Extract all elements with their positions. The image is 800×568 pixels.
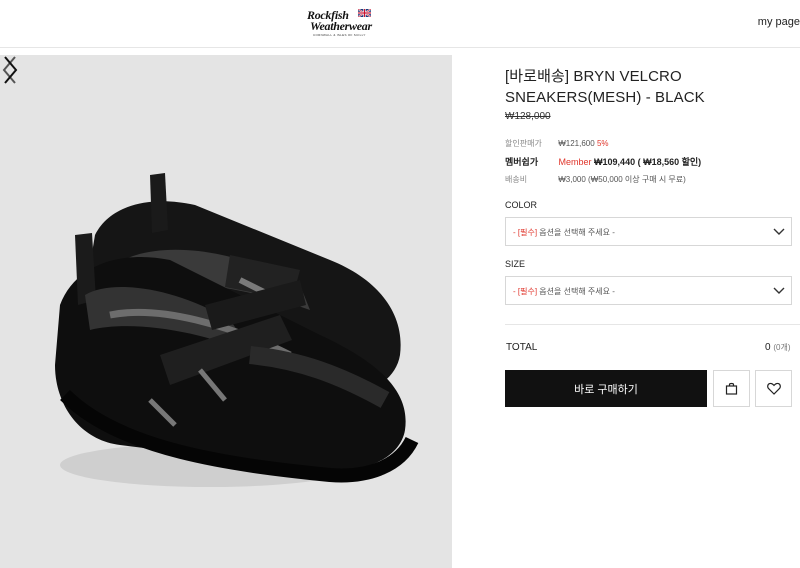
- total-label: TOTAL: [506, 342, 538, 353]
- color-select-placeholder: - [필수] 옵션을 선택해 주세요 -: [513, 227, 615, 238]
- total-unit: (0개): [773, 343, 791, 352]
- chevron-down-icon: [773, 228, 785, 235]
- required-marker: - [필수]: [513, 287, 538, 296]
- sale-price-value: ₩121,600: [558, 139, 595, 148]
- sale-price-row: 할인판매가 ₩121,600 5%: [505, 138, 609, 149]
- buy-now-button[interactable]: 바로 구매하기: [505, 370, 707, 407]
- total-value: 0 (0개): [765, 342, 790, 353]
- size-select[interactable]: - [필수] 옵션을 선택해 주세요 -: [505, 276, 792, 305]
- member-price-label: 멤버쉽가: [505, 157, 539, 167]
- placeholder-text: 옵션을 선택해 주세요 -: [539, 287, 615, 296]
- size-select-placeholder: - [필수] 옵션을 선택해 주세요 -: [513, 286, 615, 297]
- sale-discount: 5%: [596, 139, 609, 148]
- required-marker: - [필수]: [513, 228, 538, 237]
- logo-line2: Weatherwear: [310, 19, 372, 33]
- divider: [505, 324, 800, 325]
- wishlist-button[interactable]: [755, 370, 792, 407]
- add-to-cart-button[interactable]: [713, 370, 750, 407]
- original-price: ₩128,000: [505, 111, 551, 122]
- logo-subtitle: CORNWALL & ISLES OF SCILLY: [313, 33, 366, 37]
- shipping-row: 배송비 ₩3,000 (₩50,000 이상 구매 시 무료): [505, 174, 686, 185]
- union-flag-icon: [358, 9, 371, 17]
- placeholder-text: 옵션을 선택해 주세요 -: [539, 228, 615, 237]
- product-image: [55, 173, 419, 487]
- member-saving: ( ₩18,560 할인): [637, 157, 702, 167]
- member-price-row: 멤버쉽가 Member ₩109,440 ( ₩18,560 할인): [505, 155, 701, 168]
- heart-icon: [767, 382, 781, 395]
- shopping-bag-icon: [725, 382, 738, 395]
- product-image-gallery: [0, 55, 452, 568]
- shipping-value: ₩3,000 (₩50,000 이상 구매 시 무료): [558, 175, 686, 184]
- site-header: Rockfish Weatherwear CORNWALL & ISLES OF…: [0, 0, 800, 48]
- member-price-value: ₩109,440: [594, 157, 636, 167]
- total-amount: 0: [765, 342, 771, 353]
- member-word: Member: [558, 157, 592, 167]
- my-page-link[interactable]: my page: [758, 16, 800, 28]
- color-option-label: COLOR: [505, 200, 538, 210]
- size-option-label: SIZE: [505, 259, 526, 269]
- chevron-down-icon: [773, 287, 785, 294]
- brand-logo[interactable]: Rockfish Weatherwear CORNWALL & ISLES OF…: [306, 8, 386, 40]
- sale-price-label: 할인판매가: [505, 139, 542, 148]
- color-select[interactable]: - [필수] 옵션을 선택해 주세요 -: [505, 217, 792, 246]
- product-title: [바로배송] BRYN VELCRO SNEAKERS(MESH) - BLAC…: [505, 68, 705, 106]
- shipping-label: 배송비: [505, 175, 528, 184]
- chevron-right-icon[interactable]: [0, 55, 20, 85]
